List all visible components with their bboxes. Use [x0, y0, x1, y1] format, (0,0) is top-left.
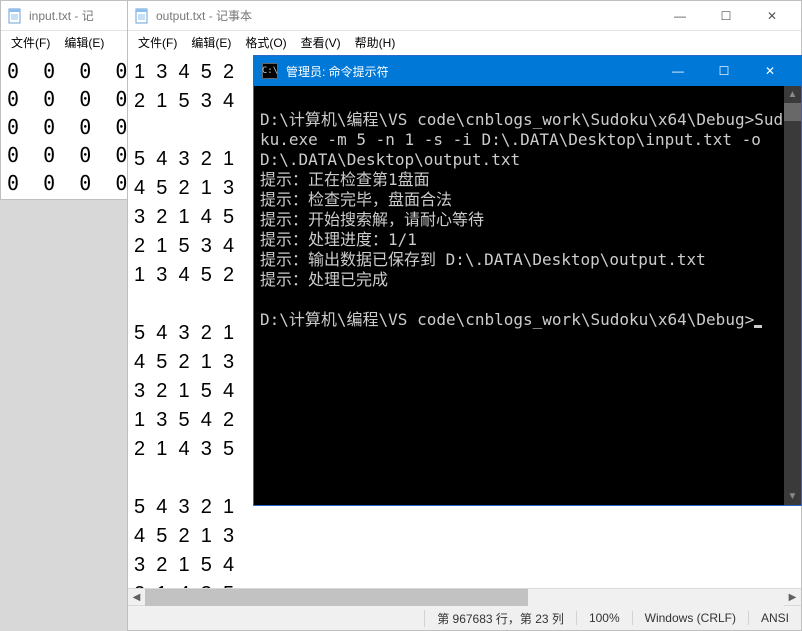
menubar: 文件(F) 编辑(E) 格式(O) 查看(V) 帮助(H) — [128, 31, 801, 53]
command-prompt-window: C:\ 管理员: 命令提示符 — ☐ ✕ D:\计算机\编程\VS code\c… — [253, 55, 802, 506]
titlebar[interactable]: C:\ 管理员: 命令提示符 — ☐ ✕ — [254, 56, 801, 86]
maximize-button[interactable]: ☐ — [701, 56, 747, 86]
notepad-icon — [134, 8, 150, 24]
window-controls: — ☐ ✕ — [655, 56, 793, 86]
minimize-button[interactable]: — — [657, 1, 703, 31]
scroll-thumb[interactable] — [145, 589, 528, 606]
titlebar[interactable]: input.txt - 记 — [1, 1, 139, 31]
cursor — [754, 325, 762, 328]
menu-edit[interactable]: 编辑(E) — [185, 32, 237, 53]
menu-file[interactable]: 文件(F) — [132, 32, 183, 53]
scroll-right-icon[interactable]: ▶ — [784, 589, 801, 606]
scroll-left-icon[interactable]: ◀ — [128, 589, 145, 606]
notepad-input-window: input.txt - 记 文件(F) 编辑(E) 0 0 0 0 0 0 0 … — [0, 0, 140, 200]
statusbar: 第 967683 行，第 23 列 100% Windows (CRLF) AN… — [128, 605, 801, 630]
status-cursor: 第 967683 行，第 23 列 — [424, 610, 576, 627]
window-title: input.txt - 记 — [29, 7, 94, 24]
notepad-icon — [7, 8, 23, 24]
titlebar[interactable]: output.txt - 记事本 — ☐ ✕ — [128, 1, 801, 31]
menu-file[interactable]: 文件(F) — [5, 32, 56, 53]
menubar: 文件(F) 编辑(E) — [1, 31, 139, 53]
menu-format[interactable]: 格式(O) — [239, 32, 292, 53]
menu-edit[interactable]: 编辑(E) — [58, 32, 110, 53]
status-eol: Windows (CRLF) — [632, 611, 748, 625]
menu-view[interactable]: 查看(V) — [295, 32, 347, 53]
window-title: output.txt - 记事本 — [156, 7, 252, 24]
cmd-icon: C:\ — [262, 63, 278, 79]
close-button[interactable]: ✕ — [747, 56, 793, 86]
horizontal-scrollbar[interactable]: ◀ ▶ — [128, 588, 801, 605]
vertical-scrollbar[interactable]: ▲ ▼ — [784, 86, 801, 505]
status-encoding: ANSI — [748, 611, 801, 625]
scroll-up-icon[interactable]: ▲ — [784, 86, 801, 103]
terminal-output[interactable]: D:\计算机\编程\VS code\cnblogs_work\Sudoku\x6… — [254, 86, 801, 505]
scroll-down-icon[interactable]: ▼ — [784, 488, 801, 505]
scroll-thumb[interactable] — [784, 103, 801, 121]
scroll-track[interactable] — [145, 589, 784, 606]
minimize-button[interactable]: — — [655, 56, 701, 86]
maximize-button[interactable]: ☐ — [703, 1, 749, 31]
menu-help[interactable]: 帮助(H) — [349, 32, 402, 53]
close-button[interactable]: ✕ — [749, 1, 795, 31]
window-title: 管理员: 命令提示符 — [286, 63, 389, 80]
status-zoom: 100% — [576, 611, 632, 625]
window-controls: — ☐ ✕ — [657, 1, 795, 31]
text-content[interactable]: 0 0 0 0 0 0 0 0 0 0 0 0 0 0 0 0 0 0 0 0 — [1, 53, 139, 199]
scroll-track[interactable] — [784, 103, 801, 488]
